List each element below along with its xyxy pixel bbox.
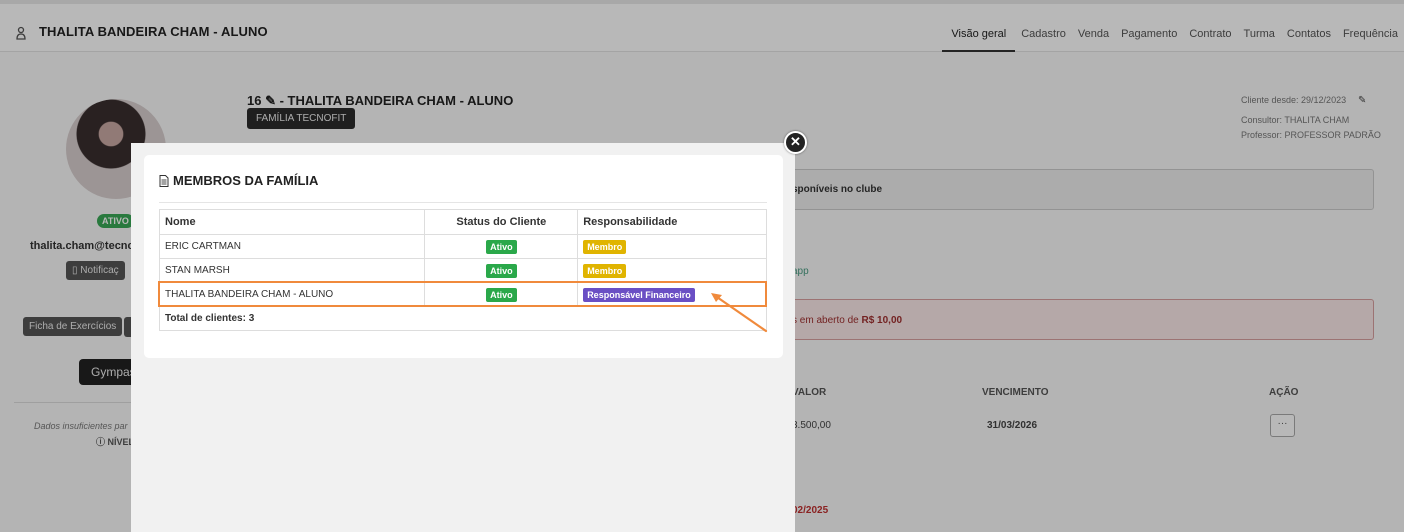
role-badge: Membro [583,263,627,278]
status-badge: Ativo [486,239,517,254]
status-badge: Ativo [486,263,517,278]
family-members-table: Nome Status do Cliente Responsabilidade … [158,209,767,331]
close-button[interactable]: ✕ [784,131,807,154]
highlight-box [158,281,767,307]
total-clients: Total de clientes: 3 [159,306,767,331]
column-header-status: Status do Cliente [424,209,579,235]
annotation-arrow-icon [711,293,768,333]
table-header-row: Nome Status do Cliente Responsabilidade [158,209,767,235]
column-header-responsabilidade: Responsabilidade [577,209,767,235]
document-icon [159,174,169,187]
member-name: ERIC CARTMAN [158,234,426,259]
role-badge: Membro [583,239,627,254]
modal-header: MEMBROS DA FAMÍLIA [159,173,318,188]
table-row[interactable]: ERIC CARTMAN Ativo Membro [158,234,767,259]
table-footer-row: Total de clientes: 3 [159,306,767,331]
table-row[interactable]: STAN MARSH Ativo Membro [158,258,767,283]
member-name: STAN MARSH [158,258,426,283]
modal-title: MEMBROS DA FAMÍLIA [173,173,319,188]
divider [159,202,767,203]
column-header-nome: Nome [158,209,426,235]
